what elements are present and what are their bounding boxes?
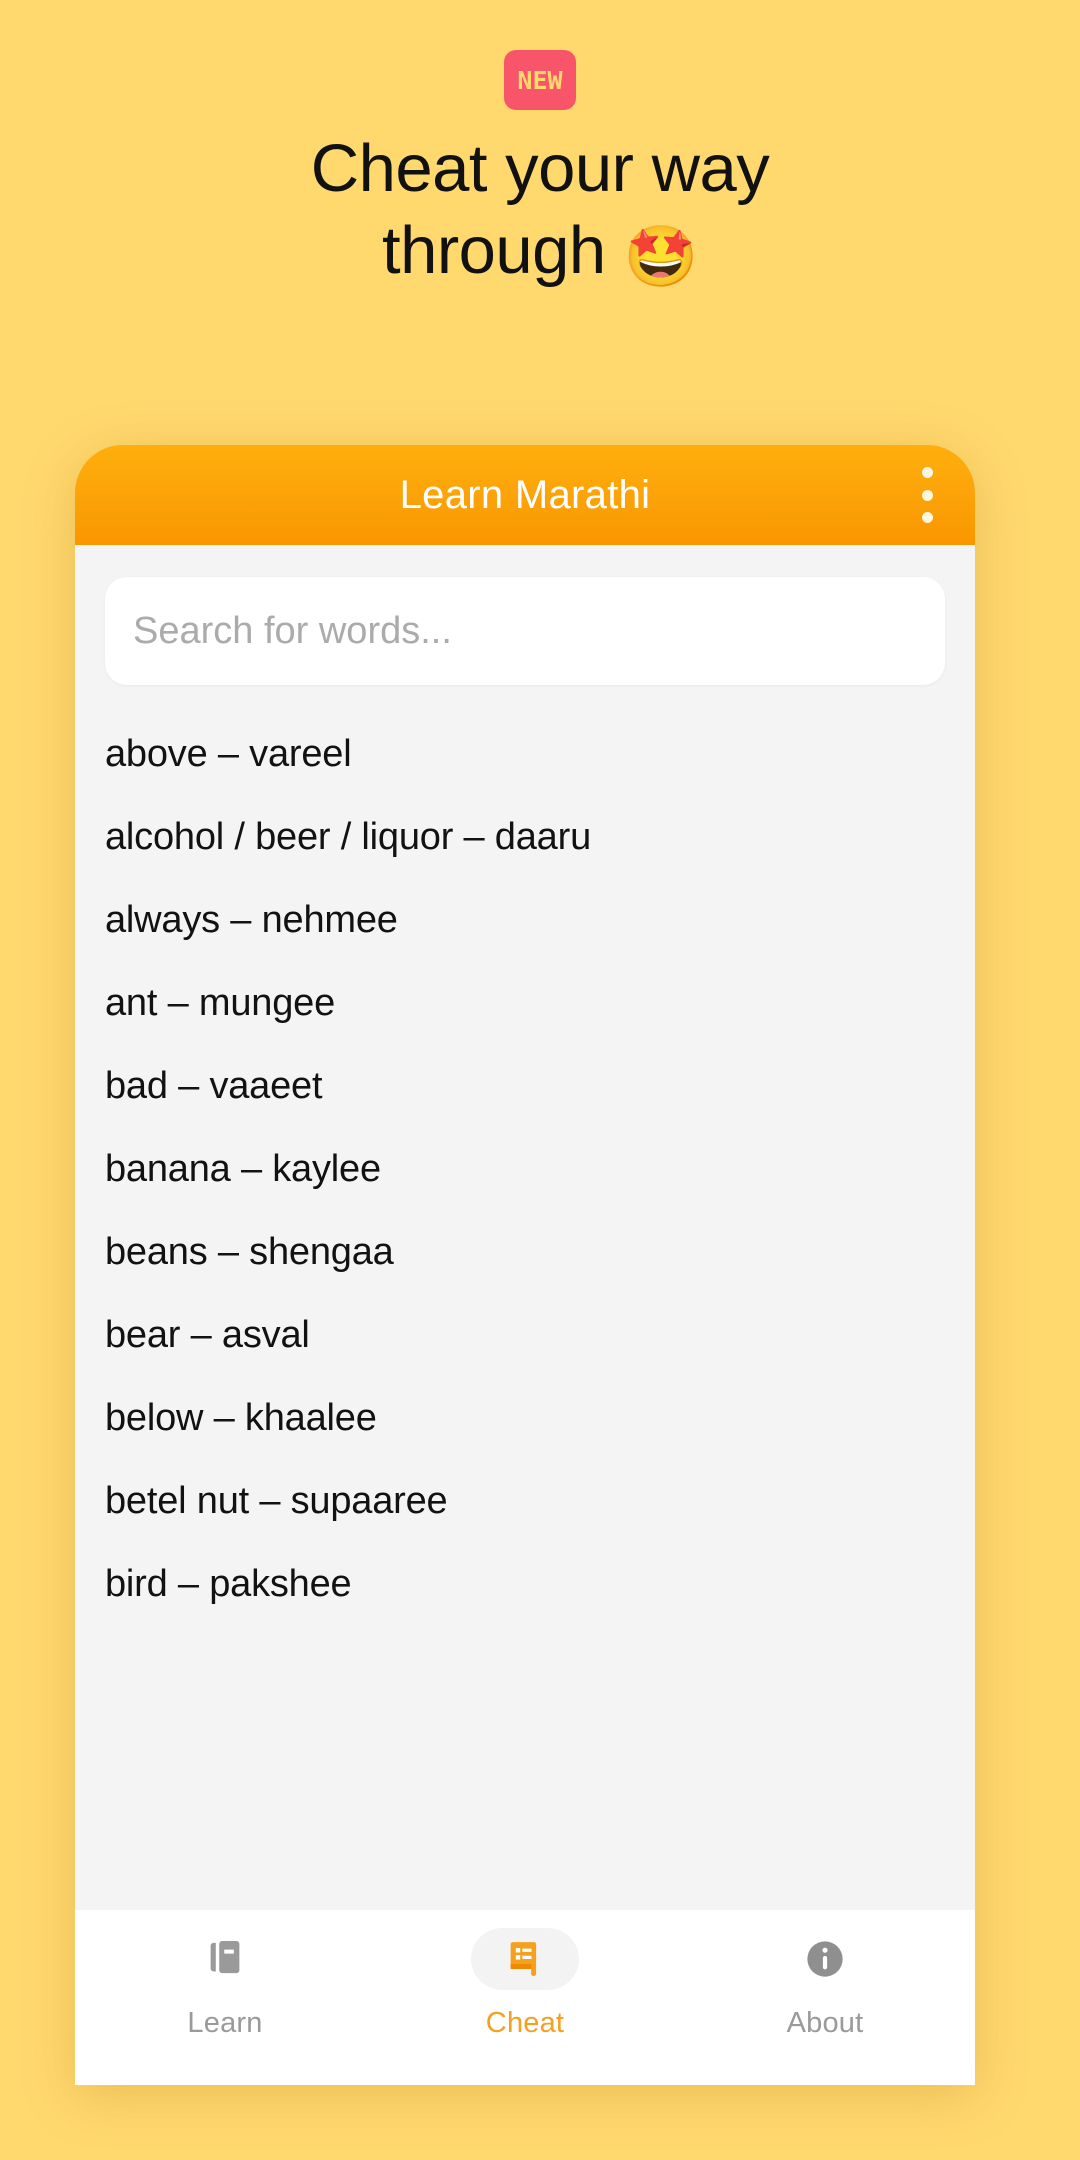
phone-mockup: Learn Marathi Search for words... above … — [75, 445, 975, 2160]
nav-label-cheat: Cheat — [485, 2007, 565, 2039]
word-list[interactable]: above – vareel alcohol / beer / liquor –… — [75, 685, 975, 1626]
bottom-navigation: Learn Cheat About — [75, 1910, 975, 2085]
books-icon — [202, 1936, 248, 1982]
list-item[interactable]: bear – asval — [105, 1294, 945, 1377]
list-item[interactable]: above – vareel — [105, 713, 945, 796]
list-item[interactable]: bird – pakshee — [105, 1543, 945, 1626]
list-item[interactable]: always – nehmee — [105, 879, 945, 962]
new-badge-label: NEW — [517, 65, 563, 95]
page-title: Cheat your way through 🤩 — [80, 128, 1000, 293]
new-badge: NEW — [504, 50, 576, 110]
list-item[interactable]: alcohol / beer / liquor – daaru — [105, 796, 945, 879]
nav-label-learn: Learn — [187, 2007, 263, 2039]
nav-item-cheat[interactable]: Cheat — [425, 1928, 625, 2040]
list-item[interactable]: below – khaalee — [105, 1377, 945, 1460]
nav-icon-pill-about — [771, 1928, 879, 1990]
list-item[interactable]: ant – mungee — [105, 962, 945, 1045]
promo-header: NEW Cheat your way through 🤩 — [0, 0, 1080, 415]
star-struck-emoji-icon: 🤩 — [623, 222, 699, 290]
list-item[interactable]: beans – shengaa — [105, 1211, 945, 1294]
list-item[interactable]: betel nut – supaaree — [105, 1460, 945, 1543]
list-item[interactable]: bad – vaaeet — [105, 1045, 945, 1128]
app-screen: Search for words... above – vareel alcoh… — [75, 545, 975, 2085]
search-placeholder: Search for words... — [133, 609, 452, 652]
nav-icon-pill-cheat — [471, 1928, 579, 1990]
nav-item-learn[interactable]: Learn — [125, 1928, 325, 2040]
app-bar: Learn Marathi — [75, 445, 975, 545]
headline-line-1: Cheat your way — [310, 131, 770, 206]
nav-icon-pill-learn — [171, 1928, 279, 1990]
search-input[interactable]: Search for words... — [105, 577, 945, 685]
info-circle-icon — [802, 1936, 848, 1982]
app-title: Learn Marathi — [399, 472, 651, 517]
search-section: Search for words... — [75, 545, 975, 685]
nav-label-about: About — [786, 2007, 864, 2039]
headline-line-2: through — [381, 212, 606, 288]
list-item[interactable]: banana – kaylee — [105, 1128, 945, 1211]
nav-item-about[interactable]: About — [725, 1928, 925, 2040]
receipt-list-icon — [502, 1936, 548, 1982]
kebab-menu-icon[interactable] — [921, 467, 933, 523]
